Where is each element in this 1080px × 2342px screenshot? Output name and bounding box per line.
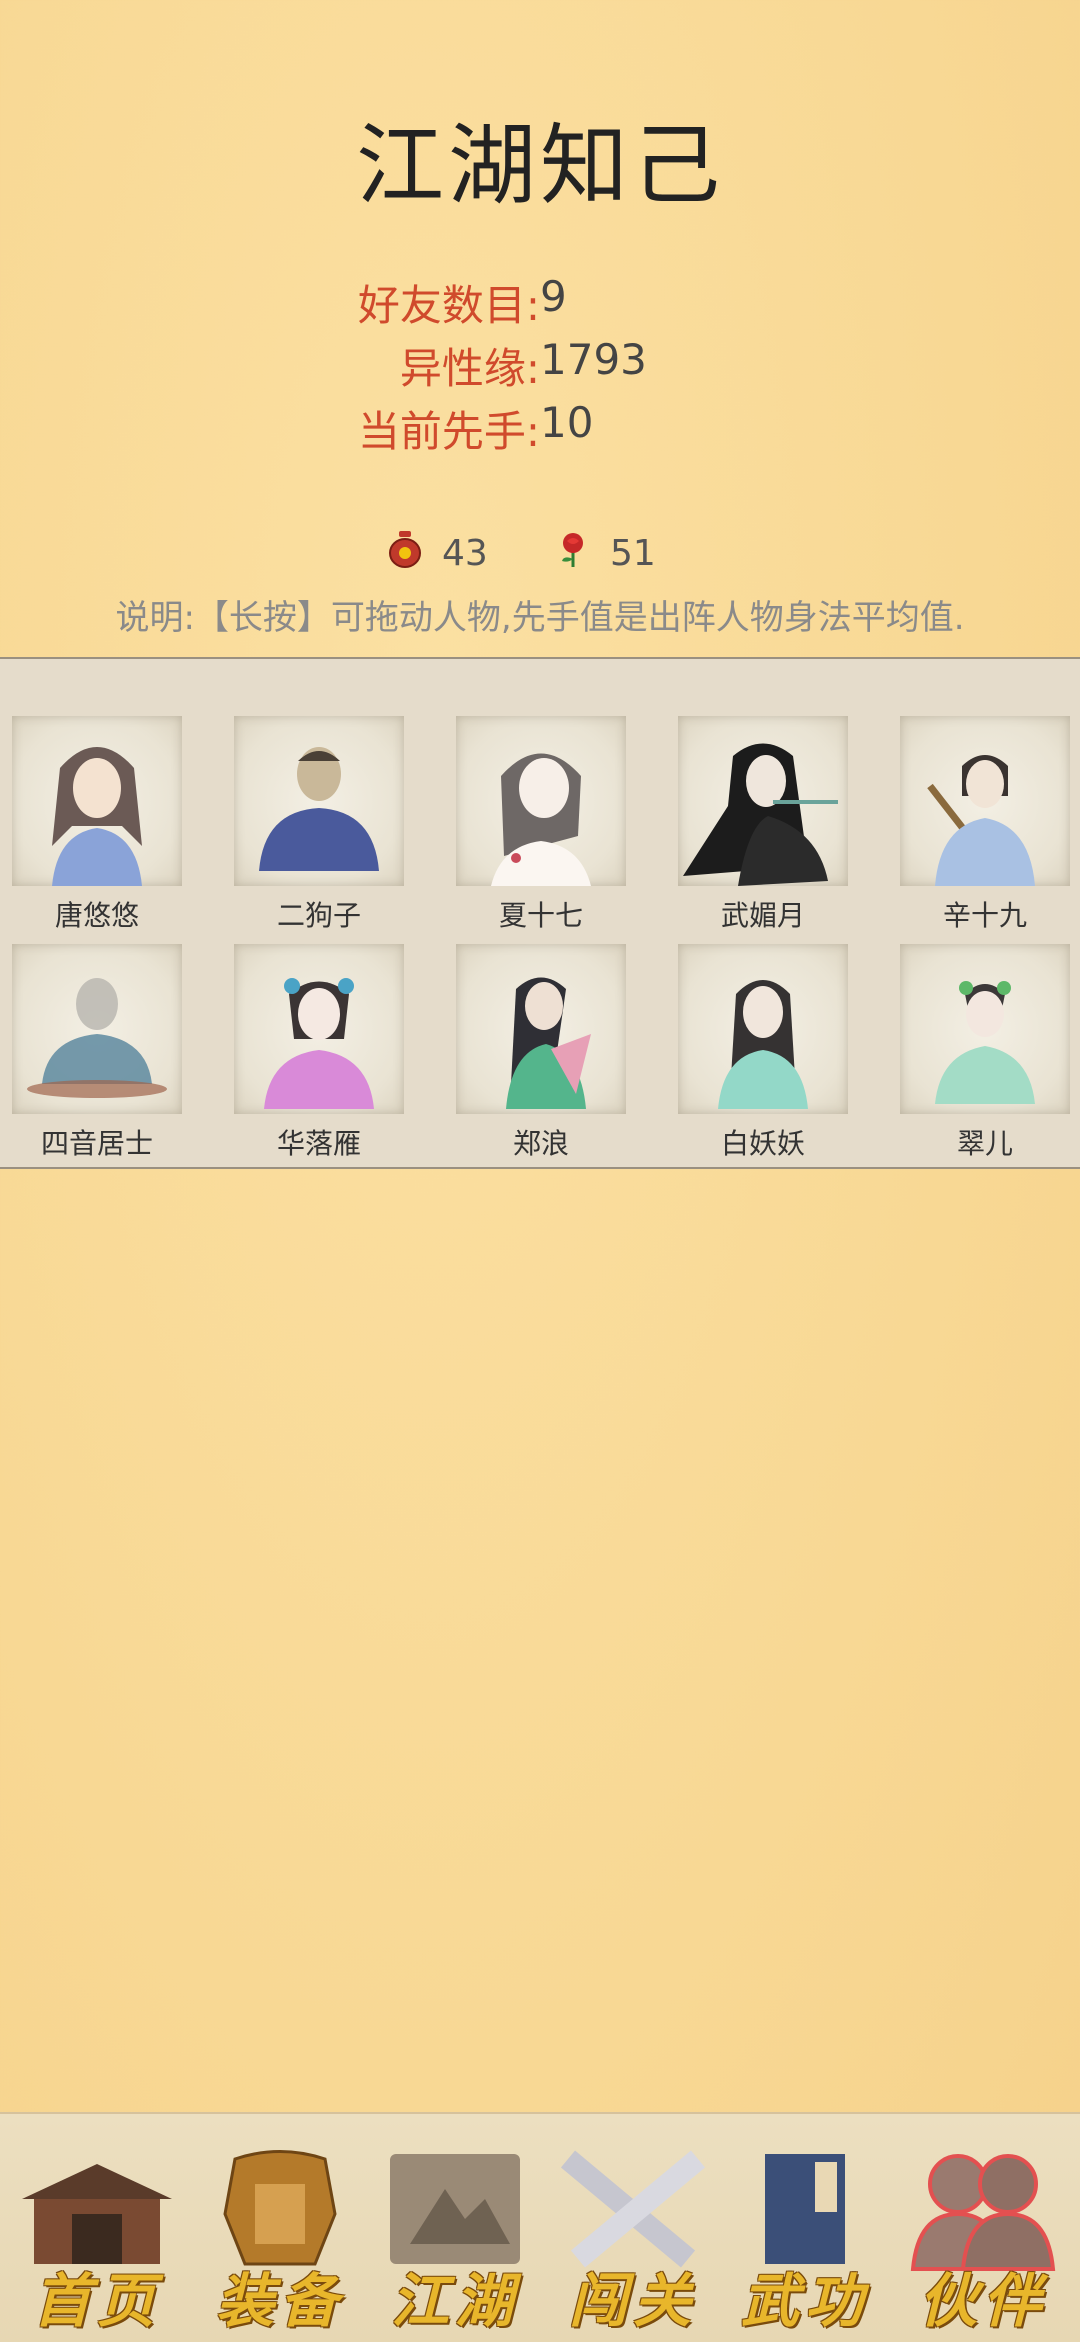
stat-friend-count: 好友数目: 9 — [0, 272, 1080, 336]
character-card[interactable]: 翠儿 — [900, 944, 1070, 1160]
rose-icon — [556, 529, 590, 578]
character-portrait — [12, 716, 182, 886]
nav-label: 闯关 — [568, 2267, 697, 2335]
character-card[interactable]: 夏十七 — [456, 716, 626, 932]
instruction-note: 说明:【长按】可拖动人物,先手值是出阵人物身法平均值. — [115, 598, 965, 638]
stat-initiative: 当前先手: 10 — [0, 398, 1080, 462]
stat-value: 1793 — [540, 335, 647, 384]
character-portrait — [234, 716, 404, 886]
nav-label: 首页 — [32, 2267, 161, 2335]
currency-bar: 43 51 — [0, 528, 1080, 578]
stat-label: 当前先手: — [357, 407, 540, 456]
character-portrait — [456, 944, 626, 1114]
nav-martial-arts[interactable]: 武功 — [720, 2144, 890, 2335]
character-roster: 唐悠悠 二狗子 夏十七 武媚月 辛十九 四音居士 华落雁 郑浪 白妖妖 翠儿 — [0, 657, 1080, 1169]
character-card[interactable]: 华落雁 — [234, 944, 404, 1160]
bottom-navigation: 首页 装备 江湖 闯关 武功 伙伴 — [0, 2112, 1080, 2342]
nav-label: 江湖 — [390, 2267, 519, 2335]
rose-currency: 51 — [556, 528, 656, 578]
character-card[interactable]: 武媚月 — [678, 716, 848, 932]
character-name: 白妖妖 — [720, 1127, 805, 1160]
character-name: 华落雁 — [276, 1127, 361, 1160]
character-name: 武媚月 — [720, 899, 805, 932]
character-card[interactable]: 辛十九 — [900, 716, 1070, 932]
character-card[interactable]: 白妖妖 — [678, 944, 848, 1160]
stat-label: 好友数目: — [357, 281, 540, 330]
character-card[interactable]: 郑浪 — [456, 944, 626, 1160]
character-portrait — [900, 716, 1070, 886]
character-name: 郑浪 — [512, 1127, 569, 1160]
nav-equipment[interactable]: 装备 — [195, 2144, 365, 2335]
character-name: 夏十七 — [498, 899, 583, 932]
character-card[interactable]: 二狗子 — [234, 716, 404, 932]
stat-charm: 异性缘: 1793 — [0, 335, 1080, 399]
character-portrait — [900, 944, 1070, 1114]
nav-partners[interactable]: 伙伴 — [898, 2144, 1068, 2335]
stat-value: 10 — [540, 398, 594, 447]
jar-count: 43 — [442, 532, 488, 574]
character-name: 四音居士 — [40, 1127, 153, 1160]
nav-label: 装备 — [215, 2267, 344, 2335]
page-title: 江湖知己 — [355, 114, 724, 217]
stat-value: 9 — [540, 272, 567, 321]
wine-jar-icon — [388, 529, 422, 578]
character-portrait — [678, 944, 848, 1114]
character-name: 辛十九 — [942, 899, 1027, 932]
rose-count: 51 — [610, 532, 656, 574]
jar-currency: 43 — [388, 528, 488, 578]
character-name: 翠儿 — [956, 1127, 1013, 1160]
character-name: 唐悠悠 — [54, 899, 139, 932]
nav-home[interactable]: 首页 — [12, 2144, 182, 2335]
character-card[interactable]: 唐悠悠 — [12, 716, 182, 932]
character-card[interactable]: 四音居士 — [12, 944, 182, 1160]
character-portrait — [234, 944, 404, 1114]
nav-label: 伙伴 — [918, 2267, 1047, 2335]
nav-jianghu[interactable]: 江湖 — [370, 2144, 540, 2335]
nav-challenge[interactable]: 闯关 — [548, 2144, 718, 2335]
character-portrait — [456, 716, 626, 886]
stat-label: 异性缘: — [399, 344, 540, 393]
character-name: 二狗子 — [276, 899, 361, 932]
nav-label: 武功 — [740, 2267, 869, 2335]
character-portrait — [678, 716, 848, 886]
character-portrait — [12, 944, 182, 1114]
